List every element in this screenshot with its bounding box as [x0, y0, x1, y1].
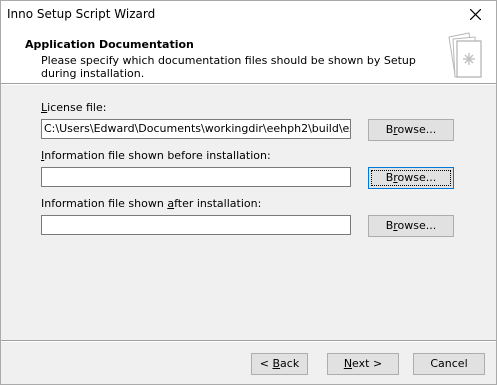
cancel-button[interactable]: Cancel: [413, 353, 485, 375]
license-file-label: License file:: [41, 101, 107, 114]
page-description: Please specify which documentation files…: [41, 54, 416, 80]
page-header: Application Documentation Please specify…: [1, 29, 496, 83]
header-divider: [1, 83, 496, 85]
info-before-input[interactable]: [41, 167, 351, 187]
close-button[interactable]: [456, 1, 496, 29]
license-file-input[interactable]: C:\Users\Edward\Documents\workingdir\eeh…: [41, 119, 351, 139]
info-before-label: Information file shown before installati…: [41, 149, 271, 162]
browse-info-before-button[interactable]: Browse...: [368, 167, 454, 189]
close-icon: [470, 9, 481, 20]
info-after-input[interactable]: [41, 215, 351, 235]
documentation-wizard-icon: [448, 32, 482, 78]
info-after-label: Information file shown after installatio…: [41, 197, 262, 210]
page-title: Application Documentation: [25, 38, 194, 51]
browse-info-after-button[interactable]: Browse...: [368, 215, 454, 237]
window-title: Inno Setup Script Wizard: [7, 7, 156, 21]
wizard-window: Inno Setup Script Wizard Application Doc…: [0, 0, 497, 385]
browse-license-button[interactable]: Browse...: [368, 119, 454, 141]
back-button[interactable]: < Back: [251, 353, 308, 375]
next-button[interactable]: Next >: [327, 353, 399, 375]
footer-divider: [1, 340, 496, 342]
title-bar: Inno Setup Script Wizard: [1, 1, 496, 29]
